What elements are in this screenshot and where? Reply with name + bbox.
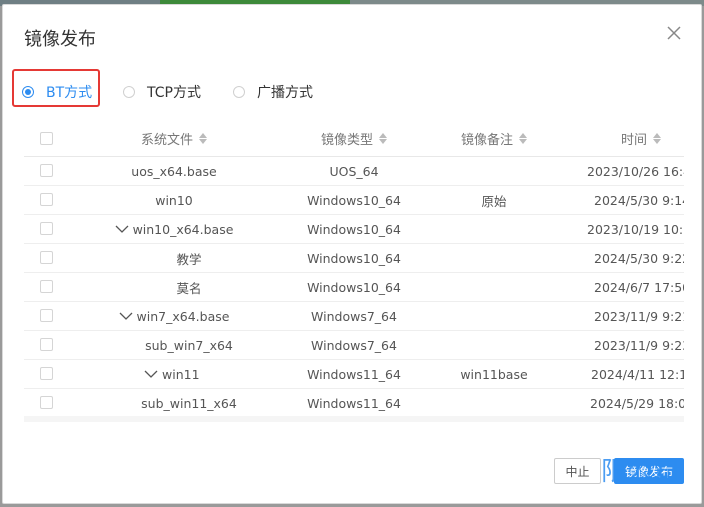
- cell-time: 2024/5/29 18:03:: [590, 395, 684, 411]
- radio-dot: [123, 86, 135, 98]
- column-label: 时间: [621, 133, 648, 148]
- cell-name-text: win11: [162, 366, 200, 382]
- chevron-down-icon[interactable]: [144, 367, 158, 382]
- row-checkbox[interactable]: [40, 338, 53, 351]
- table-row[interactable]: uos_x64.base UOS_64 2023/10/26 16:44: [24, 157, 684, 186]
- table-row[interactable]: win11 Windows11_64 win11base 2024/4/11 1…: [24, 360, 684, 389]
- row-checkbox[interactable]: [40, 164, 53, 177]
- row-checkbox[interactable]: [40, 396, 53, 409]
- cell-time: 2024/5/30 9:14:: [594, 192, 684, 208]
- publish-mode-group: BT方式 TCP方式 广播方式: [3, 75, 703, 109]
- table-row[interactable]: 教学 Windows10_64 2024/5/30 9:22:: [24, 244, 684, 273]
- table-row[interactable]: win7_x64.base Windows7_64 2023/11/9 9:21…: [24, 302, 684, 331]
- cell-remark: [419, 273, 569, 301]
- column-image-type[interactable]: 镜像类型: [279, 121, 429, 156]
- cell-name[interactable]: win7_x64.base: [84, 302, 264, 330]
- selection-highlight-box: [12, 69, 100, 107]
- radio-broadcast-label: 广播方式: [257, 85, 313, 101]
- cell-time: 2024/4/11 12:13:: [591, 366, 684, 382]
- cell-type: Windows10_64: [307, 221, 401, 237]
- row-checkbox[interactable]: [40, 193, 53, 206]
- cell-time: 2023/11/9 9:23:: [594, 337, 684, 353]
- cell-type: Windows7_64: [311, 308, 397, 324]
- cell-remark: [419, 302, 569, 330]
- cell-time: 2024/5/30 9:22:: [594, 250, 684, 266]
- cell-remark: [419, 157, 569, 185]
- cell-name[interactable]: win10_x64.base: [84, 215, 264, 243]
- row-checkbox[interactable]: [40, 367, 53, 380]
- dialog-title: 镜像发布: [24, 29, 96, 50]
- sort-icon[interactable]: [199, 133, 207, 144]
- cell-name: sub_win7_x64: [145, 337, 233, 353]
- cell-type: Windows10_64: [307, 192, 401, 208]
- cell-time: 2023/10/19 10:17: [587, 221, 684, 237]
- radio-dot: [233, 86, 245, 98]
- cancel-button[interactable]: 中止: [554, 458, 601, 484]
- row-checkbox[interactable]: [40, 280, 53, 293]
- cell-time: 2023/10/26 16:44: [587, 163, 684, 179]
- cell-name[interactable]: win11: [99, 360, 279, 388]
- cell-type: Windows10_64: [307, 279, 401, 295]
- cell-name: uos_x64.base: [131, 163, 217, 179]
- column-system-file[interactable]: 系统文件: [84, 121, 264, 156]
- close-icon[interactable]: [664, 23, 684, 43]
- column-label: 镜像类型: [320, 133, 373, 148]
- table-row[interactable]: sub_win11_x64 Windows11_64 2024/5/29 18:…: [24, 389, 684, 416]
- publish-button[interactable]: 镜像发布: [614, 458, 684, 484]
- row-checkbox[interactable]: [40, 309, 53, 322]
- table-row[interactable]: 莫名 Windows10_64 2024/6/7 17:50:: [24, 273, 684, 302]
- publish-dialog: 镜像发布 BT方式 TCP方式 广播方式 系统文件 镜像类型 镜像备注 时间 u…: [2, 4, 702, 504]
- cell-name: sub_win11_x64: [141, 395, 237, 411]
- radio-broadcast[interactable]: 广播方式: [233, 75, 313, 109]
- column-time[interactable]: 时间: [584, 121, 684, 156]
- cell-remark: win11base: [460, 366, 528, 382]
- column-label: 系统文件: [140, 133, 193, 148]
- column-label: 镜像备注: [460, 133, 513, 148]
- chevron-down-icon[interactable]: [115, 222, 129, 237]
- sort-icon[interactable]: [379, 133, 387, 144]
- sort-icon[interactable]: [519, 133, 527, 144]
- cell-time: 2024/6/7 17:50:: [594, 279, 684, 295]
- row-checkbox[interactable]: [40, 251, 53, 264]
- table-row[interactable]: sub_win7_x64 Windows7_64 2023/11/9 9:23:: [24, 331, 684, 360]
- radio-tcp[interactable]: TCP方式: [123, 75, 201, 109]
- cell-type: Windows7_64: [311, 337, 397, 353]
- select-all-checkbox[interactable]: [40, 132, 53, 145]
- row-checkbox[interactable]: [40, 222, 53, 235]
- radio-tcp-label: TCP方式: [147, 85, 201, 101]
- cell-remark: [419, 331, 569, 359]
- cell-name-text: win7_x64.base: [136, 308, 230, 324]
- sort-icon[interactable]: [653, 133, 662, 144]
- cell-remark: [419, 389, 569, 416]
- cell-type: Windows10_64: [307, 250, 401, 266]
- horizontal-scrollbar[interactable]: [24, 416, 684, 422]
- cell-name: 莫名: [176, 280, 202, 296]
- column-image-remark[interactable]: 镜像备注: [419, 121, 569, 156]
- cell-name: 教学: [176, 251, 202, 267]
- chevron-down-icon[interactable]: [119, 309, 133, 324]
- cell-name-text: win10_x64.base: [132, 221, 234, 237]
- cell-remark: [419, 215, 569, 243]
- cell-type: UOS_64: [329, 163, 379, 179]
- table-row[interactable]: win10 Windows10_64 原始 2024/5/30 9:14:: [24, 186, 684, 215]
- cell-name: win10: [155, 192, 193, 208]
- image-table: 系统文件 镜像类型 镜像备注 时间 uos_x64.base UOS_64 20…: [24, 121, 684, 416]
- cell-type: Windows11_64: [307, 395, 401, 411]
- table-header: 系统文件 镜像类型 镜像备注 时间: [24, 121, 684, 157]
- cell-type: Windows11_64: [307, 366, 401, 382]
- table-row[interactable]: win10_x64.base Windows10_64 2023/10/19 1…: [24, 215, 684, 244]
- cell-remark: [419, 244, 569, 272]
- cell-time: 2023/11/9 9:21:: [594, 308, 684, 324]
- cell-remark: 原始: [481, 193, 507, 209]
